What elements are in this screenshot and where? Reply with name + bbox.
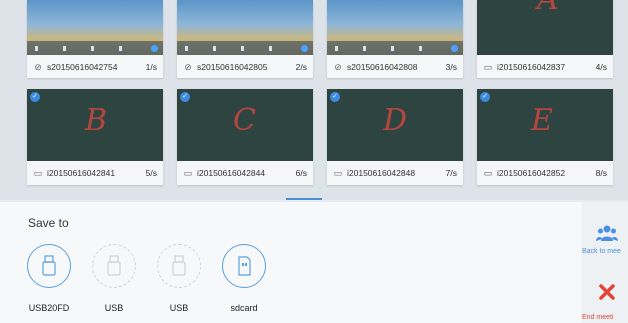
end-meeting-button[interactable]: End meeti [582, 272, 628, 322]
thumbnail-card-6[interactable]: ✓ C ▭ i20150616042844 6/s [177, 89, 313, 185]
thumbnail-card-4[interactable]: A ▭ i20150616042837 4/s [477, 0, 613, 78]
taskbar-preview [27, 41, 163, 55]
device-label: USB20FD [28, 303, 70, 313]
handwritten-letter: B [85, 103, 108, 138]
page-counter: 5/s [145, 168, 157, 178]
device-label: USB [169, 303, 189, 313]
selected-check-icon[interactable]: ✓ [180, 92, 190, 102]
whiteboard-icon: ▭ [483, 62, 493, 72]
taskbar-preview [177, 41, 313, 55]
back-to-meeting-button[interactable]: Back to mee [582, 216, 628, 266]
taskbar-preview [327, 41, 463, 55]
page-counter: 1/s [145, 62, 157, 72]
handwritten-letter: E [531, 103, 553, 138]
whiteboard-icon: ▭ [333, 168, 343, 178]
screenshot-thumbnail[interactable] [177, 0, 313, 55]
thumbnail-name: s20150616042754 [47, 62, 118, 72]
device-label: USB [104, 303, 124, 313]
thumbnail-card-1[interactable]: ⊘ s20150616042754 1/s [27, 0, 163, 78]
thumbnail-name: i20150616042837 [497, 62, 566, 72]
thumbnail-card-7[interactable]: ✓ D ▭ i20150616042848 7/s [327, 89, 463, 185]
back-to-meeting-label: Back to mee [582, 248, 621, 255]
thumbnail-info: ▭ i20150616042848 7/s [327, 161, 463, 185]
whiteboard-thumbnail[interactable]: ✓ E [477, 89, 613, 161]
handwritten-letter: A [537, 0, 559, 17]
thumbnail-info: ▭ i20150616042837 4/s [477, 55, 613, 79]
thumbnail-name: i20150616042852 [497, 168, 566, 178]
device-usb-button [92, 244, 136, 288]
whiteboard-icon: ▭ [483, 168, 493, 178]
whiteboard-thumbnail[interactable]: ✓ C [177, 89, 313, 161]
handwritten-letter: D [383, 103, 408, 138]
thumbnail-info: ▭ i20150616042844 6/s [177, 161, 313, 185]
handwritten-letter: C [233, 103, 256, 138]
thumbnail-card-8[interactable]: ✓ E ▭ i20150616042852 8/s [477, 89, 613, 185]
clock-icon: ⊘ [334, 62, 342, 72]
device-label: sdcard [230, 303, 258, 313]
thumbnail-info: ⊘ s20150616042808 3/s [327, 55, 463, 79]
usb-drive-icon [42, 255, 56, 276]
page-counter: 3/s [445, 62, 457, 72]
people-icon [596, 225, 618, 241]
meeting-sidebar: Back to mee End meeti [582, 202, 628, 323]
thumbnail-name: s20150616042805 [197, 62, 268, 72]
page-counter: 6/s [295, 168, 307, 178]
clock-icon: ⊘ [184, 62, 192, 72]
page-counter: 2/s [295, 62, 307, 72]
usb-drive-icon [107, 255, 121, 276]
usb-drive-icon [172, 255, 186, 276]
thumbnail-info: ▭ i20150616042852 8/s [477, 161, 613, 185]
thumbnail-info: ⊘ s20150616042754 1/s [27, 55, 163, 79]
page-counter: 7/s [445, 168, 457, 178]
thumbnail-card-2[interactable]: ⊘ s20150616042805 2/s [177, 0, 313, 78]
thumbnail-name: s20150616042808 [347, 62, 418, 72]
thumbnail-name: i20150616042844 [197, 168, 266, 178]
thumbnail-info: ▭ i20150616042841 5/s [27, 161, 163, 185]
thumbnail-card-3[interactable]: ⊘ s20150616042808 3/s [327, 0, 463, 78]
clock-icon: ⊘ [34, 62, 42, 72]
thumbnail-info: ⊘ s20150616042805 2/s [177, 55, 313, 79]
screenshot-thumbnail[interactable] [27, 0, 163, 55]
selected-check-icon[interactable]: ✓ [30, 92, 40, 102]
whiteboard-icon: ▭ [33, 168, 43, 178]
device-usb20fd-button[interactable] [27, 244, 71, 288]
whiteboard-thumbnail[interactable]: A [477, 0, 613, 55]
thumbnail-name: i20150616042848 [347, 168, 416, 178]
sd-card-icon [238, 256, 251, 276]
page-counter: 4/s [595, 62, 607, 72]
thumbnail-card-5[interactable]: ✓ B ▭ i20150616042841 5/s [27, 89, 163, 185]
end-meeting-label: End meeti [582, 314, 614, 321]
device-sdcard-button[interactable] [222, 244, 266, 288]
screenshot-thumbnail[interactable] [327, 0, 463, 55]
device-usb-button [157, 244, 201, 288]
whiteboard-icon: ▭ [183, 168, 193, 178]
selected-check-icon[interactable]: ✓ [330, 92, 340, 102]
thumbnail-name: i20150616042841 [47, 168, 116, 178]
close-icon [599, 284, 615, 300]
whiteboard-thumbnail[interactable]: ✓ B [27, 89, 163, 161]
save-to-panel: Save to USB20FD USB USB sdcard [0, 202, 582, 323]
thumbnail-grid: ⊘ s20150616042754 1/s ⊘ s20150616042805 … [0, 0, 628, 200]
whiteboard-thumbnail[interactable]: ✓ D [327, 89, 463, 161]
page-counter: 8/s [595, 168, 607, 178]
save-to-title: Save to [28, 216, 69, 230]
page-indicator [286, 198, 322, 200]
selected-check-icon[interactable]: ✓ [480, 92, 490, 102]
